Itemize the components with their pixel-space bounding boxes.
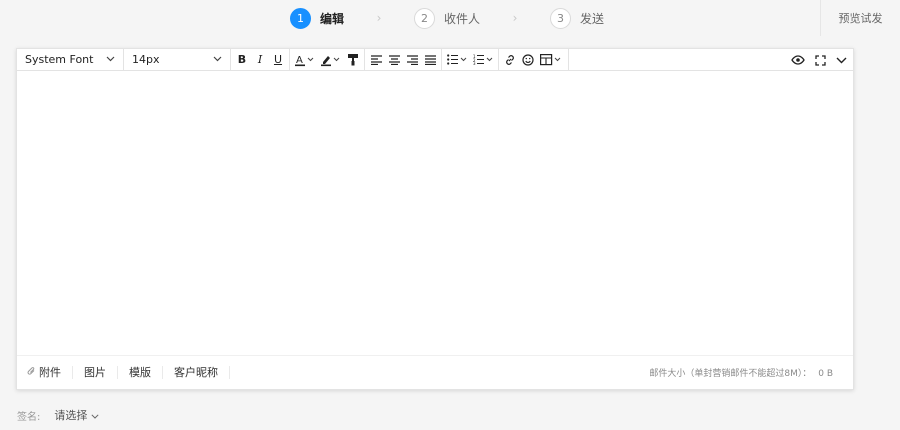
chevron-down-icon bbox=[213, 55, 222, 65]
chevron-down-icon bbox=[106, 55, 115, 65]
step-recipients[interactable]: 2 收件人 bbox=[414, 7, 481, 29]
color-group: A bbox=[290, 49, 365, 70]
customer-nickname-button[interactable]: 客户昵称 bbox=[163, 366, 230, 379]
link-icon[interactable] bbox=[504, 52, 516, 68]
highlight-color-icon[interactable] bbox=[321, 52, 341, 68]
font-size-value: 14px bbox=[132, 53, 160, 66]
mail-size-value: 0 B bbox=[818, 369, 833, 379]
preview-eye-icon[interactable] bbox=[791, 52, 805, 68]
format-painter-icon[interactable] bbox=[347, 52, 359, 68]
font-family-select[interactable]: System Font bbox=[17, 49, 124, 70]
editor-toolbar: System Font 14px B I U A 1 2 3 bbox=[17, 49, 853, 71]
step-label: 编辑 bbox=[320, 11, 345, 26]
step-number: 2 bbox=[414, 7, 436, 29]
step-number: 3 bbox=[550, 7, 572, 29]
insert-group bbox=[499, 49, 569, 70]
signature-select[interactable]: 请选择 bbox=[54, 407, 99, 423]
align-right-icon[interactable] bbox=[406, 52, 418, 68]
fullscreen-icon[interactable] bbox=[814, 52, 826, 68]
chevron-down-icon bbox=[91, 409, 99, 422]
mail-size-info: 邮件大小（单封营销邮件不能超过8M）： 0 B bbox=[649, 366, 833, 379]
svg-text:A: A bbox=[296, 55, 303, 66]
signature-placeholder: 请选择 bbox=[54, 409, 88, 422]
step-number: 1 bbox=[290, 7, 311, 29]
align-justify-icon[interactable] bbox=[424, 52, 436, 68]
step-edit[interactable]: 1 编辑 bbox=[290, 7, 345, 29]
step-label: 收件人 bbox=[444, 11, 481, 26]
bold-icon[interactable]: B bbox=[236, 52, 248, 68]
chevron-right-icon: › bbox=[512, 11, 518, 25]
align-left-icon[interactable] bbox=[370, 52, 382, 68]
table-icon[interactable] bbox=[540, 52, 563, 68]
rich-text-editor: System Font 14px B I U A 1 2 3 附件 图片 模版 … bbox=[16, 48, 854, 390]
text-color-icon[interactable]: A bbox=[295, 52, 315, 68]
numbered-list-icon[interactable]: 123 bbox=[473, 52, 493, 68]
preview-test-button[interactable]: 预览试发 bbox=[820, 0, 900, 36]
mail-size-note: 邮件大小（单封营销邮件不能超过8M）： bbox=[649, 369, 812, 379]
list-group: 123 bbox=[442, 49, 499, 70]
paperclip-icon bbox=[27, 366, 36, 379]
attachment-label: 附件 bbox=[39, 366, 61, 379]
chevron-down-icon[interactable] bbox=[835, 52, 847, 68]
underline-icon[interactable]: U bbox=[272, 52, 284, 68]
signature-row: 签名: 请选择 bbox=[17, 407, 99, 423]
signature-label: 签名: bbox=[17, 411, 41, 423]
align-center-icon[interactable] bbox=[388, 52, 400, 68]
toolbar-right bbox=[791, 49, 847, 71]
bullet-list-icon[interactable] bbox=[447, 52, 467, 68]
emoji-icon[interactable] bbox=[522, 52, 534, 68]
step-send[interactable]: 3 发送 bbox=[550, 7, 605, 29]
step-bar: 1 编辑 › 2 收件人 › 3 发送 预览试发 bbox=[0, 0, 900, 36]
italic-icon[interactable]: I bbox=[254, 52, 266, 68]
step-label: 发送 bbox=[580, 11, 605, 26]
svg-text:3: 3 bbox=[473, 61, 476, 65]
text-style-group: B I U bbox=[231, 49, 290, 70]
chevron-right-icon: › bbox=[376, 11, 382, 25]
attachment-button[interactable]: 附件 bbox=[17, 366, 73, 379]
template-button[interactable]: 模版 bbox=[118, 366, 163, 379]
font-size-select[interactable]: 14px bbox=[124, 49, 231, 70]
font-family-value: System Font bbox=[25, 53, 94, 66]
align-group bbox=[365, 49, 442, 70]
editor-footer: 附件 图片 模版 客户昵称 邮件大小（单封营销邮件不能超过8M）： 0 B bbox=[17, 355, 853, 389]
editor-content-area[interactable] bbox=[17, 71, 853, 356]
steps: 1 编辑 › 2 收件人 › 3 发送 bbox=[290, 7, 604, 29]
image-button[interactable]: 图片 bbox=[73, 366, 118, 379]
